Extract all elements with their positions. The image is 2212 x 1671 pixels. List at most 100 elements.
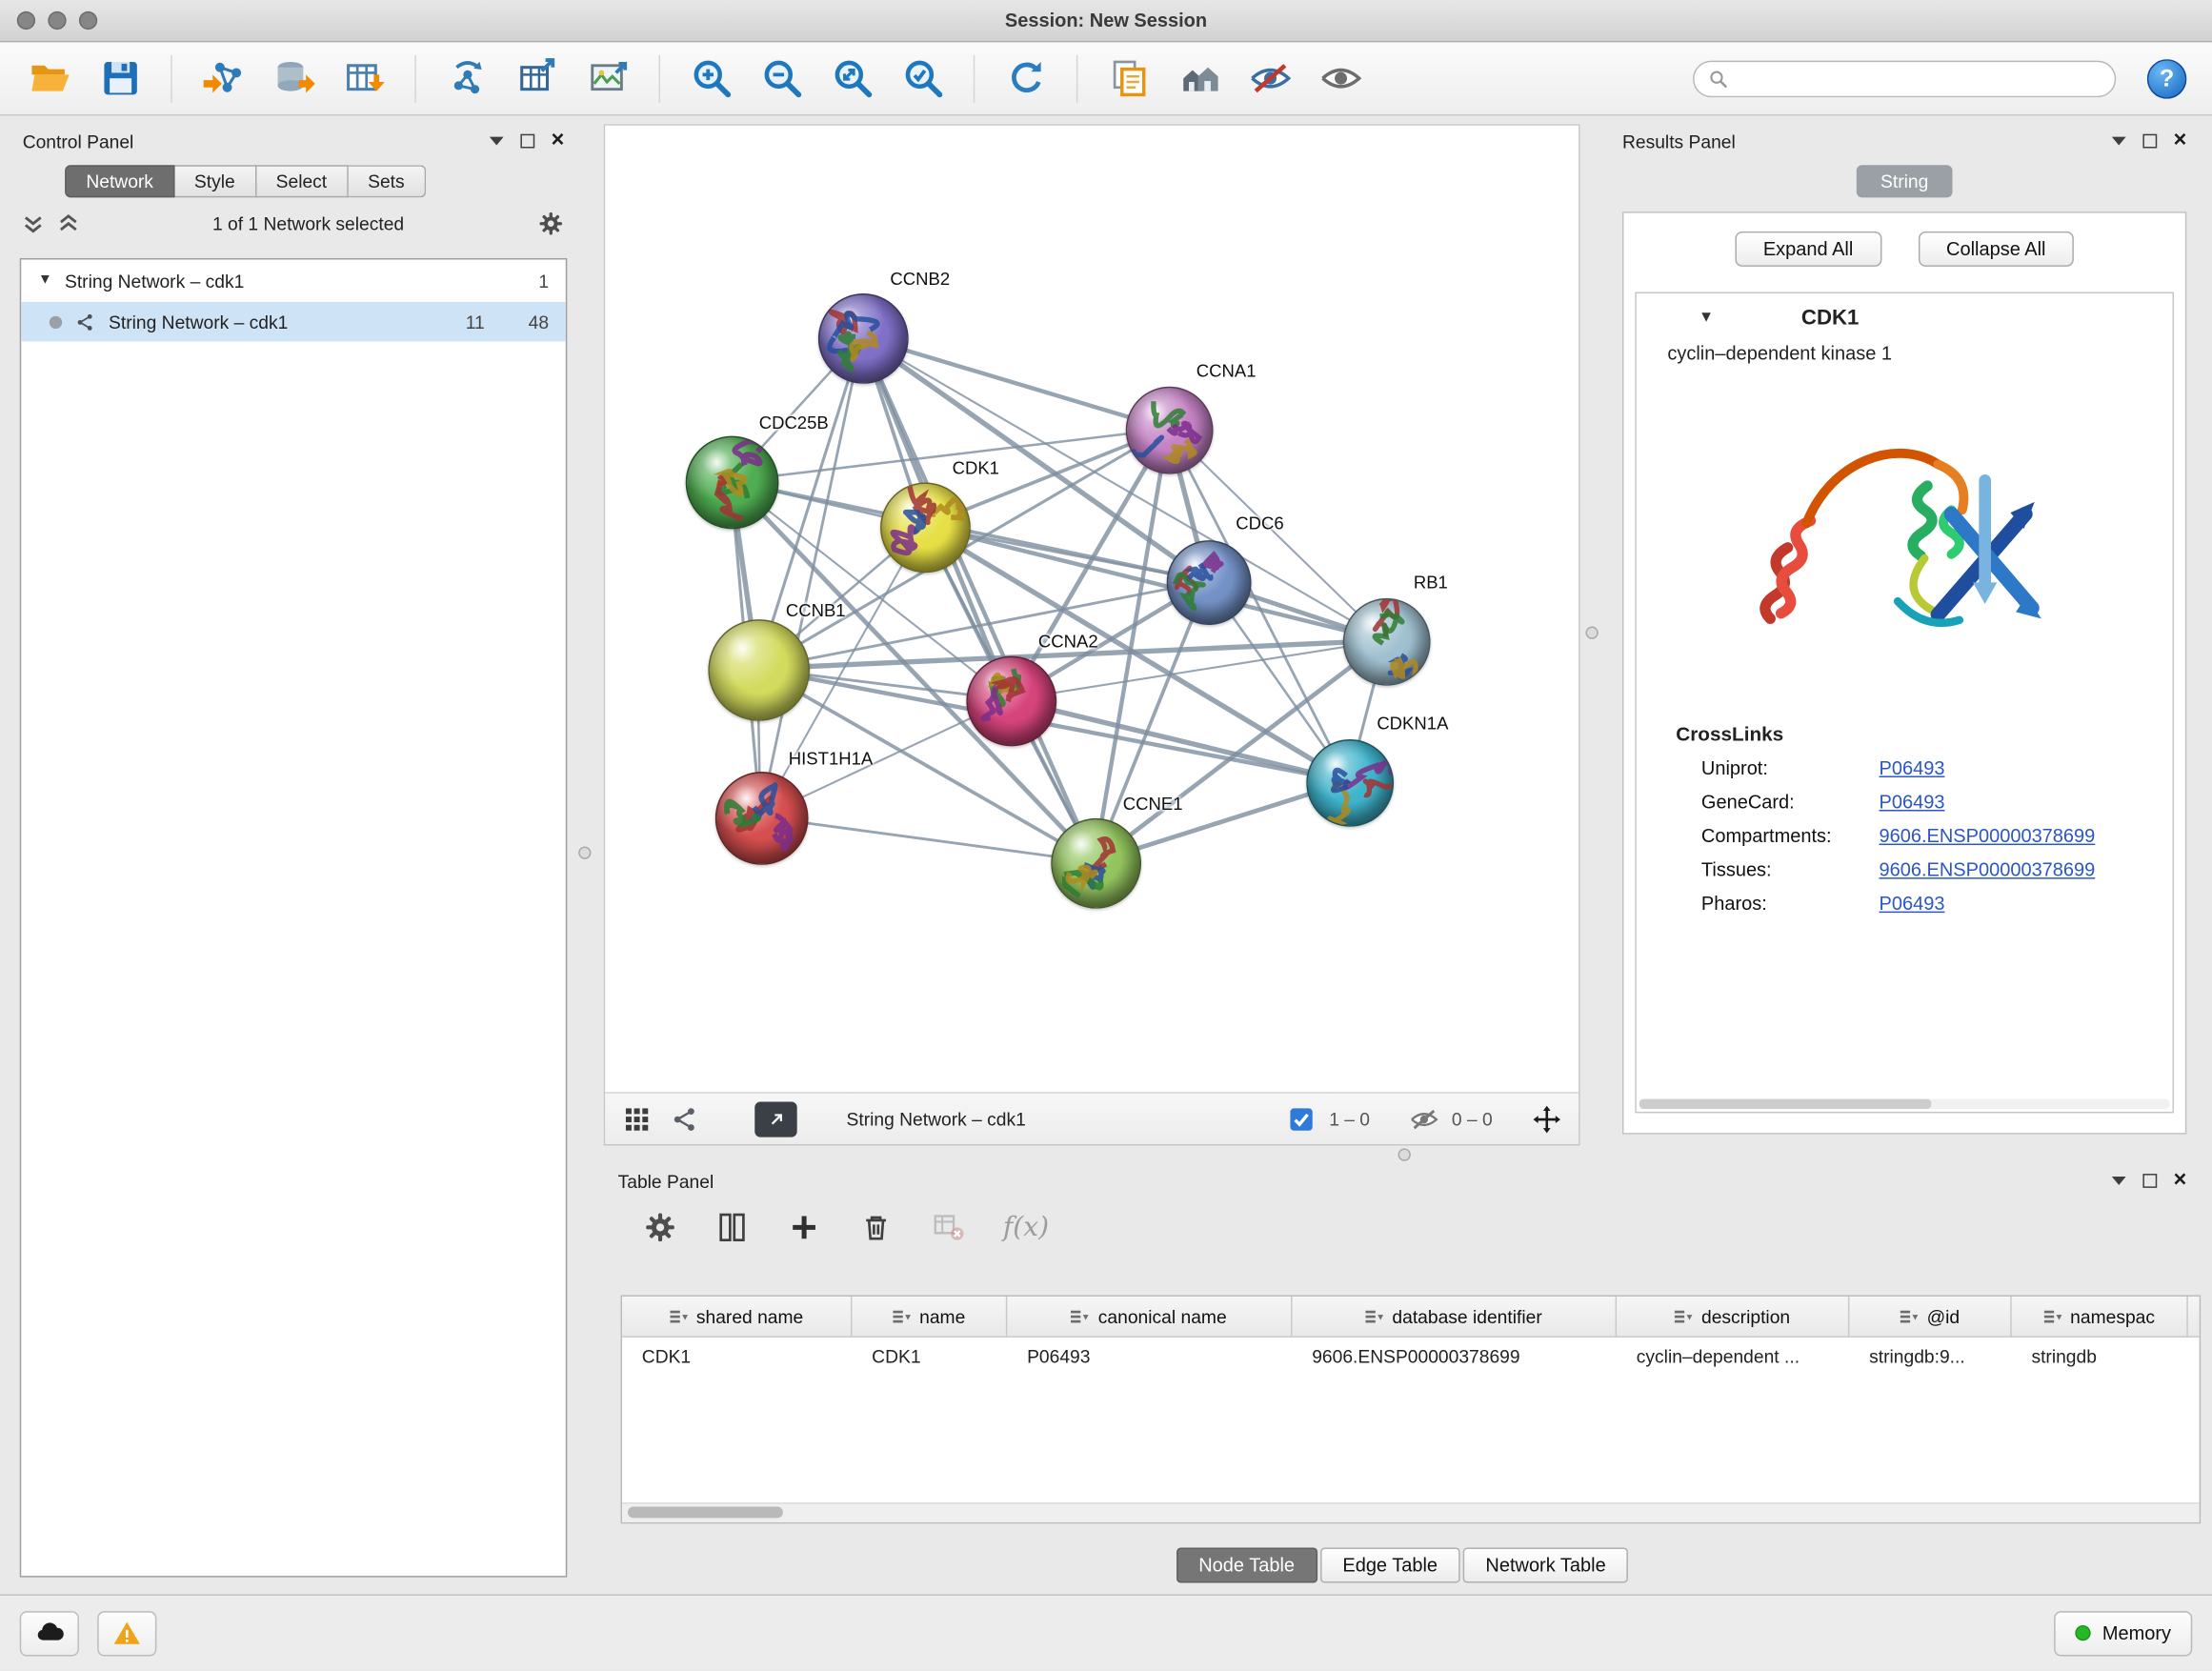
grid-view-icon[interactable]: [622, 1104, 652, 1134]
network-node-CDC6[interactable]: [1167, 540, 1252, 625]
table-row[interactable]: CDK1CDK1P064939606.ENSP00000378699cyclin…: [622, 1338, 2200, 1376]
network-node-CDC25B[interactable]: [686, 436, 779, 530]
string-home-button[interactable]: [1170, 49, 1229, 108]
status-bar: Memory: [0, 1594, 2212, 1670]
close-panel-icon[interactable]: ×: [2173, 130, 2186, 152]
network-node-HIST1H1A[interactable]: [715, 772, 809, 865]
delete-trash-icon[interactable]: [859, 1211, 894, 1245]
zoom-fit-button[interactable]: [822, 49, 881, 108]
table-settings-gear-icon[interactable]: [643, 1211, 677, 1245]
network-canvas[interactable]: CCNB2CCNA1CDC25BCDK1CDC6RB1CCNB1CCNA2CDK…: [605, 126, 1579, 1092]
network-node-label-HIST1H1A: HIST1H1A: [789, 749, 873, 769]
detach-view-button[interactable]: [754, 1101, 796, 1137]
network-node-CCNE1[interactable]: [1051, 818, 1141, 909]
gene-section-header[interactable]: ▼ CDK1: [1637, 293, 2173, 341]
expand-all-icon[interactable]: [58, 213, 79, 234]
network-node-CDK1[interactable]: [880, 482, 971, 573]
gene-name: CDK1: [1801, 306, 1859, 330]
expand-all-button[interactable]: Expand All: [1735, 232, 1881, 267]
crosslink-value-link[interactable]: P06493: [1880, 792, 1945, 813]
memory-label: Memory: [2102, 1622, 2171, 1643]
network-row-selected[interactable]: String Network – cdk1 11 48: [21, 302, 566, 341]
tab-string[interactable]: String: [1857, 165, 1953, 197]
cloud-button[interactable]: [20, 1610, 79, 1655]
crosslink-value-link[interactable]: P06493: [1880, 893, 1945, 914]
horizontal-splitter-handle[interactable]: [1398, 1148, 1411, 1160]
import-network-database-button[interactable]: [264, 49, 323, 108]
save-session-button[interactable]: [90, 49, 150, 108]
column-header-shared-name[interactable]: shared name: [622, 1297, 852, 1336]
function-builder-button[interactable]: f(x): [1003, 1212, 1049, 1243]
memory-status-button[interactable]: Memory: [2054, 1610, 2192, 1655]
show-style-button[interactable]: [1311, 49, 1370, 108]
collapse-all-button[interactable]: Collapse All: [1918, 232, 2074, 267]
tab-network-table[interactable]: Network Table: [1463, 1548, 1629, 1583]
vertical-splitter-handle[interactable]: [578, 847, 591, 859]
disclosure-triangle-icon[interactable]: ▼: [38, 273, 52, 288]
tab-node-table[interactable]: Node Table: [1176, 1548, 1317, 1583]
crosslink-value-link[interactable]: P06493: [1880, 757, 1945, 778]
vertical-splitter-handle[interactable]: [1585, 627, 1598, 639]
maximize-panel-icon[interactable]: [2142, 134, 2157, 149]
column-header--id[interactable]: @id: [1849, 1297, 2011, 1336]
maximize-window-button[interactable]: [79, 11, 97, 30]
gear-icon[interactable]: [537, 211, 564, 237]
table-tabs: Node TableEdge TableNetwork Table: [604, 1548, 2201, 1583]
search-input[interactable]: [1737, 67, 2101, 91]
tab-style[interactable]: Style: [174, 165, 256, 197]
help-button[interactable]: ?: [2147, 58, 2186, 97]
column-header-description[interactable]: description: [1617, 1297, 1849, 1336]
network-node-CCNA2[interactable]: [966, 656, 1056, 747]
float-panel-icon[interactable]: [2111, 1177, 2125, 1185]
crosslink-row: Tissues:9606.ENSP00000378699: [1637, 859, 2173, 880]
disclosure-triangle-icon[interactable]: ▼: [1699, 310, 1714, 325]
crosslink-value-link[interactable]: 9606.ENSP00000378699: [1880, 825, 2096, 846]
zoom-selected-button[interactable]: [893, 49, 952, 108]
network-list-icon[interactable]: [670, 1104, 699, 1134]
close-panel-icon[interactable]: ×: [2173, 1170, 2186, 1193]
maximize-panel-icon[interactable]: [2142, 1174, 2157, 1188]
close-window-button[interactable]: [17, 11, 35, 30]
column-header-namespac[interactable]: namespac: [2012, 1297, 2188, 1336]
column-header-name[interactable]: name: [852, 1297, 1007, 1336]
hide-style-button[interactable]: [1240, 49, 1299, 108]
column-header-database-identifier[interactable]: database identifier: [1292, 1297, 1617, 1336]
network-node-RB1[interactable]: [1343, 598, 1431, 686]
scrollbar-thumb[interactable]: [628, 1507, 783, 1519]
tab-select[interactable]: Select: [256, 165, 348, 197]
zoom-in-button[interactable]: [681, 49, 740, 108]
float-panel-icon[interactable]: [2111, 137, 2125, 146]
zoom-out-button[interactable]: [752, 49, 811, 108]
network-collection-row[interactable]: ▼ String Network – cdk1 1: [21, 259, 566, 301]
minimize-window-button[interactable]: [48, 11, 66, 30]
network-node-CCNA1[interactable]: [1126, 387, 1214, 474]
network-node-CCNB2[interactable]: [818, 293, 909, 384]
move-crosshair-icon[interactable]: [1532, 1104, 1561, 1134]
warnings-button[interactable]: [97, 1610, 156, 1655]
tab-sets[interactable]: Sets: [348, 165, 425, 197]
import-network-file-button[interactable]: [193, 49, 252, 108]
new-network-button[interactable]: [437, 49, 496, 108]
crosslink-value-link[interactable]: 9606.ENSP00000378699: [1880, 859, 2096, 880]
add-column-plus-icon[interactable]: [787, 1211, 821, 1245]
refresh-icon: [1004, 56, 1048, 100]
network-node-label-CDC6: CDC6: [1236, 513, 1283, 534]
collapse-all-icon[interactable]: [23, 213, 44, 234]
export-image-button[interactable]: [578, 49, 637, 108]
table-horizontal-scrollbar[interactable]: [622, 1502, 2200, 1522]
tab-network[interactable]: Network: [65, 165, 174, 197]
tab-edge-table[interactable]: Edge Table: [1320, 1548, 1460, 1583]
refresh-button[interactable]: [995, 49, 1055, 108]
network-node-CDKN1A[interactable]: [1306, 739, 1394, 827]
open-session-button[interactable]: [20, 49, 79, 108]
close-panel-icon[interactable]: ×: [552, 130, 565, 152]
column-header-canonical-name[interactable]: canonical name: [1007, 1297, 1292, 1336]
maximize-panel-icon[interactable]: [520, 134, 534, 149]
show-columns-icon[interactable]: [715, 1211, 750, 1245]
network-node-CCNB1[interactable]: [708, 619, 810, 721]
float-panel-icon[interactable]: [489, 137, 503, 146]
export-table-button[interactable]: [508, 49, 567, 108]
import-table-file-button[interactable]: [334, 49, 393, 108]
results-horizontal-scrollbar[interactable]: [1639, 1099, 2170, 1109]
clone-network-button[interactable]: [1099, 49, 1158, 108]
